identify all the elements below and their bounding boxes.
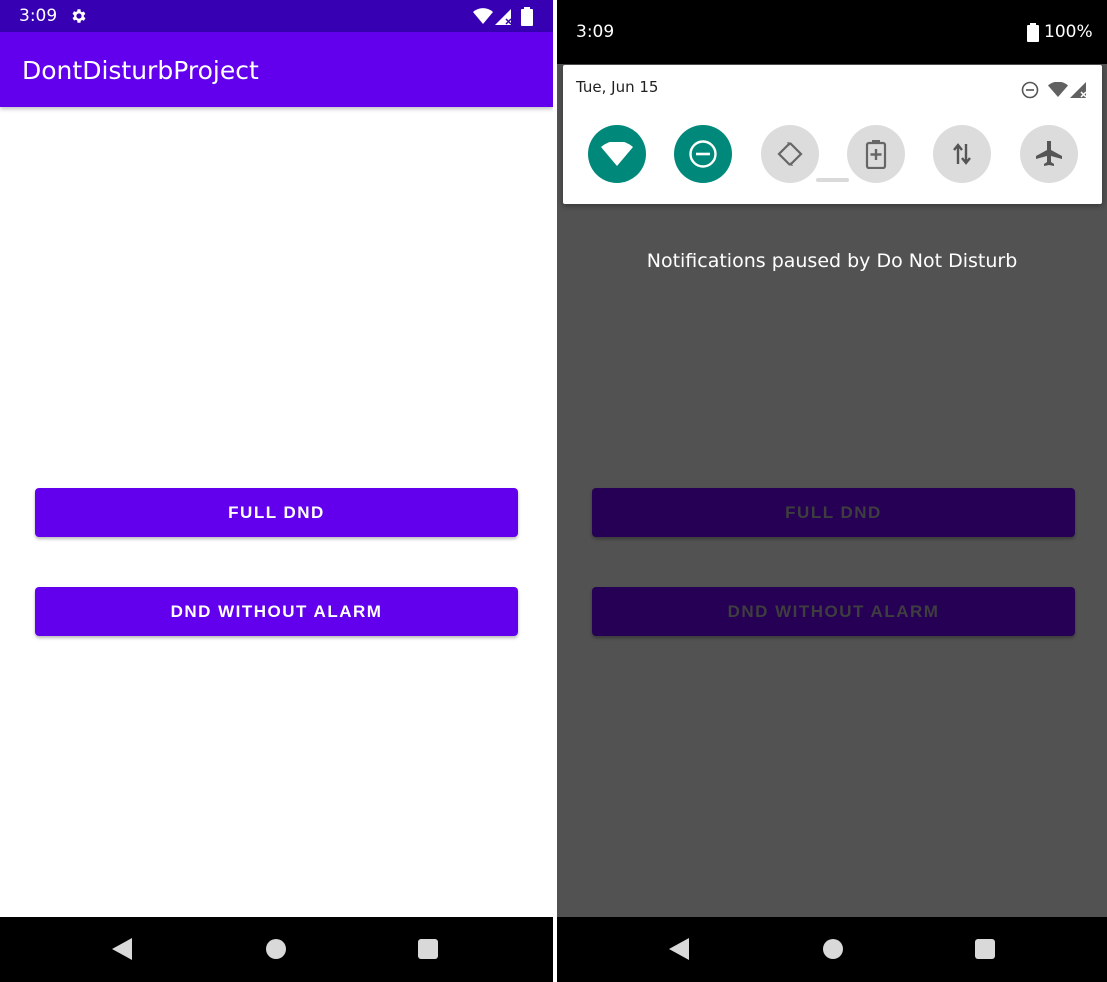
battery-icon bbox=[521, 7, 533, 26]
dnd-icon bbox=[689, 140, 717, 168]
right-phone-screen: 3:09 100% Tue, Jun 15 Notifications paus… bbox=[557, 0, 1107, 982]
back-icon[interactable] bbox=[669, 938, 691, 960]
mobile-data-icon bbox=[953, 143, 971, 165]
navigation-bar bbox=[0, 917, 553, 982]
wifi-tile[interactable] bbox=[588, 125, 646, 183]
left-phone-screen: 3:09 DontDisturbProject FULL DND DND WIT… bbox=[0, 0, 553, 982]
battery-icon bbox=[1027, 23, 1039, 42]
qs-date: Tue, Jun 15 bbox=[576, 78, 659, 96]
dnd-without-alarm-button: DND WITHOUT ALARM bbox=[592, 587, 1075, 636]
status-time: 3:09 bbox=[576, 22, 615, 42]
navigation-bar bbox=[557, 917, 1107, 982]
wifi-icon bbox=[601, 142, 633, 166]
quick-settings-panel: Tue, Jun 15 bbox=[563, 65, 1102, 204]
full-dnd-button[interactable]: FULL DND bbox=[35, 488, 518, 537]
wifi-icon bbox=[473, 8, 493, 24]
battery-saver-icon bbox=[865, 140, 887, 169]
home-icon[interactable] bbox=[266, 939, 286, 959]
back-icon[interactable] bbox=[112, 938, 134, 960]
airplane-mode-tile[interactable] bbox=[1020, 125, 1078, 183]
dnd-paused-message: Notifications paused by Do Not Disturb bbox=[646, 250, 1018, 272]
app-bar: DontDisturbProject bbox=[0, 32, 553, 107]
mobile-data-tile[interactable] bbox=[933, 125, 991, 183]
battery-percent: 100% bbox=[1044, 22, 1093, 42]
cell-signal-icon bbox=[495, 9, 512, 25]
recents-icon[interactable] bbox=[418, 939, 438, 959]
cell-signal-icon bbox=[1070, 82, 1087, 98]
dnd-without-alarm-button[interactable]: DND WITHOUT ALARM bbox=[35, 587, 518, 636]
dnd-tile[interactable] bbox=[674, 125, 732, 183]
auto-rotate-tile[interactable] bbox=[761, 125, 819, 183]
app-title: DontDisturbProject bbox=[22, 56, 259, 85]
full-dnd-button: FULL DND bbox=[592, 488, 1075, 537]
airplane-mode-icon bbox=[1036, 141, 1062, 166]
wifi-icon bbox=[1048, 82, 1068, 97]
settings-gear-icon bbox=[72, 9, 86, 23]
dnd-status-icon bbox=[1021, 81, 1039, 99]
recents-icon[interactable] bbox=[975, 939, 995, 959]
home-icon[interactable] bbox=[823, 939, 843, 959]
status-time: 3:09 bbox=[19, 6, 58, 26]
status-bar: 3:09 bbox=[0, 0, 553, 32]
auto-rotate-icon bbox=[777, 142, 803, 166]
battery-saver-tile[interactable] bbox=[847, 125, 905, 183]
qs-drag-handle[interactable] bbox=[816, 178, 849, 182]
status-bar: 3:09 100% bbox=[557, 0, 1107, 64]
